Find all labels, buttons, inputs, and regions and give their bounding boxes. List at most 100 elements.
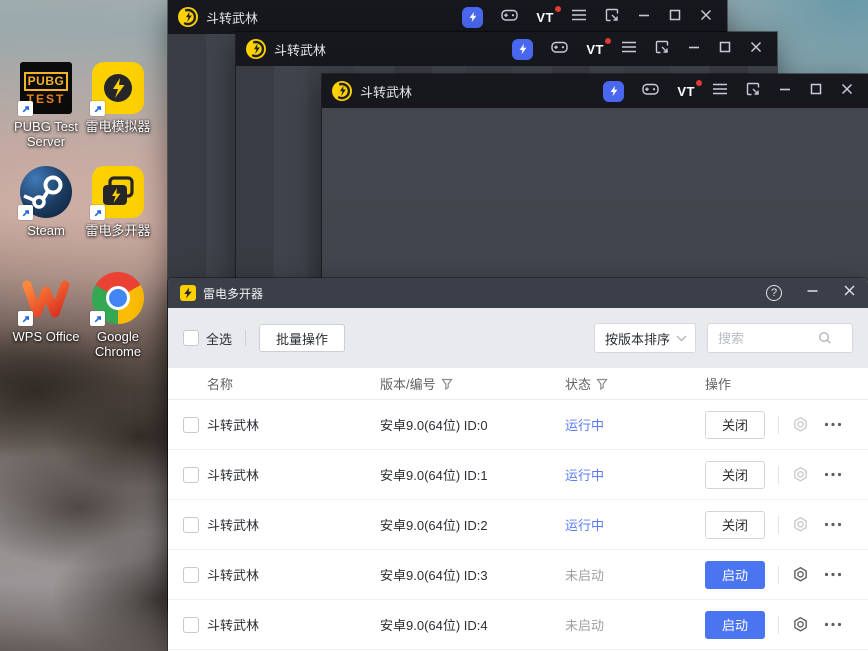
- more-icon[interactable]: [824, 472, 842, 477]
- table-header: 名称 版本/编号 状态 操作: [168, 368, 868, 400]
- instance-name: 斗转武林: [207, 518, 260, 533]
- vt-alert-dot: [555, 5, 561, 12]
- close-button[interactable]: [843, 284, 856, 302]
- desktop-icon-steam[interactable]: Steam: [6, 166, 86, 238]
- instance-row: 斗转武林 安卓9.0(64位) ID:4 未启动 启动: [168, 600, 868, 650]
- boost-icon[interactable]: [462, 6, 484, 28]
- vt-label: VT: [536, 9, 554, 25]
- instance-name: 斗转武林: [207, 468, 260, 483]
- instance-status: 运行中: [565, 518, 605, 533]
- boost-icon[interactable]: [512, 38, 534, 60]
- action-divider: [778, 615, 779, 634]
- menu-icon[interactable]: [712, 82, 728, 100]
- settings-icon[interactable]: [792, 616, 809, 633]
- search-box[interactable]: [707, 323, 853, 353]
- row-checkbox[interactable]: [183, 466, 199, 483]
- desktop-icon-google-chrome[interactable]: Google Chrome: [78, 272, 158, 359]
- steam-icon: [18, 166, 72, 220]
- manager-titlebar[interactable]: 雷电多开器 ?: [168, 278, 868, 308]
- close-instance-button[interactable]: 关闭: [705, 410, 765, 439]
- gamepad-icon[interactable]: [550, 38, 569, 60]
- search-input[interactable]: [718, 330, 818, 346]
- desktop-icon-ldplayer[interactable]: 雷电模拟器: [78, 62, 158, 134]
- settings-icon[interactable]: [792, 466, 809, 483]
- emulator-titlebar[interactable]: 斗转武林 VT: [236, 32, 777, 66]
- menu-icon[interactable]: [571, 8, 587, 26]
- minimize-button[interactable]: [778, 82, 792, 101]
- header-version[interactable]: 版本/编号: [380, 374, 565, 393]
- vt-indicator[interactable]: VT: [586, 37, 611, 57]
- desktop-icon-label: Google Chrome: [94, 329, 142, 359]
- instance-status: 未启动: [565, 568, 605, 583]
- close-button[interactable]: [699, 8, 713, 27]
- more-icon[interactable]: [824, 572, 842, 577]
- maximize-button[interactable]: [718, 40, 732, 59]
- ldmultiplayer-icon: [90, 166, 144, 220]
- emulator-titlebar[interactable]: 斗转武林 VT: [322, 74, 868, 108]
- start-instance-button[interactable]: 启动: [705, 560, 765, 589]
- select-all-label: 全选: [206, 331, 233, 347]
- header-name[interactable]: 名称: [207, 374, 380, 393]
- row-checkbox[interactable]: [183, 616, 199, 633]
- desktop-icon-wps-office[interactable]: WPS Office: [6, 272, 86, 344]
- maximize-button[interactable]: [668, 8, 682, 27]
- gamepad-icon[interactable]: [641, 80, 660, 102]
- minimize-button[interactable]: [806, 284, 819, 302]
- close-instance-button[interactable]: 关闭: [705, 460, 765, 489]
- settings-icon[interactable]: [792, 516, 809, 533]
- close-button[interactable]: [840, 82, 854, 101]
- emulator-titlebar[interactable]: 斗转武林 VT: [168, 0, 727, 34]
- help-icon[interactable]: ?: [766, 285, 782, 301]
- pubg-icon: PUBG TEST: [18, 62, 72, 116]
- minimize-button[interactable]: [687, 40, 701, 59]
- row-checkbox[interactable]: [183, 416, 199, 433]
- ldplayer-icon: [90, 62, 144, 116]
- chrome-icon: [90, 272, 144, 326]
- popout-icon[interactable]: [745, 81, 761, 102]
- instance-row: 斗转武林 安卓9.0(64位) ID:3 未启动 启动: [168, 550, 868, 600]
- row-checkbox[interactable]: [183, 566, 199, 583]
- vt-indicator[interactable]: VT: [536, 5, 561, 25]
- vt-label: VT: [677, 83, 695, 99]
- settings-icon[interactable]: [792, 416, 809, 433]
- vt-indicator[interactable]: VT: [677, 79, 702, 99]
- more-icon[interactable]: [824, 522, 842, 527]
- action-divider: [778, 565, 779, 584]
- close-instance-button[interactable]: 关闭: [705, 510, 765, 539]
- more-icon[interactable]: [824, 622, 842, 627]
- maximize-button[interactable]: [809, 82, 823, 101]
- popout-icon[interactable]: [654, 39, 670, 60]
- header-status[interactable]: 状态: [565, 374, 705, 393]
- gamepad-icon[interactable]: [500, 6, 519, 28]
- instance-status: 运行中: [565, 418, 605, 433]
- window-title: 斗转武林: [274, 42, 327, 58]
- sort-dropdown[interactable]: 按版本排序: [594, 323, 696, 353]
- desktop-icon-pubg-test-server[interactable]: PUBG TEST PUBG Test Server: [6, 62, 86, 149]
- settings-icon[interactable]: [792, 566, 809, 583]
- row-checkbox[interactable]: [183, 516, 199, 533]
- vt-alert-dot: [605, 37, 611, 44]
- shortcut-arrow-icon: [18, 311, 33, 326]
- vt-label: VT: [586, 41, 604, 57]
- start-instance-button[interactable]: 启动: [705, 610, 765, 639]
- filter-icon[interactable]: [596, 378, 608, 390]
- ldplayer-logo-icon: [246, 39, 266, 59]
- menu-icon[interactable]: [621, 40, 637, 58]
- boost-icon[interactable]: [603, 80, 625, 102]
- select-all-checkbox[interactable]: [183, 330, 199, 346]
- more-icon[interactable]: [824, 422, 842, 427]
- desktop-icon-ldmultiplayer[interactable]: 雷电多开器: [78, 166, 158, 238]
- batch-operation-button[interactable]: 批量操作: [259, 324, 346, 352]
- manager-toolbar: 全选 批量操作 按版本排序: [168, 308, 868, 368]
- desktop-icon-label: 雷电多开器: [85, 223, 151, 238]
- header-action: 操作: [705, 377, 732, 392]
- search-icon: [818, 331, 831, 344]
- instance-status: 未启动: [565, 618, 605, 633]
- popout-icon[interactable]: [604, 7, 620, 28]
- close-button[interactable]: [749, 40, 763, 59]
- minimize-button[interactable]: [637, 8, 651, 27]
- filter-icon[interactable]: [440, 378, 453, 390]
- toolbar-divider: [245, 330, 247, 346]
- instance-version: 安卓9.0(64位) ID:0: [380, 418, 488, 433]
- ldplayer-logo-icon: [178, 7, 198, 27]
